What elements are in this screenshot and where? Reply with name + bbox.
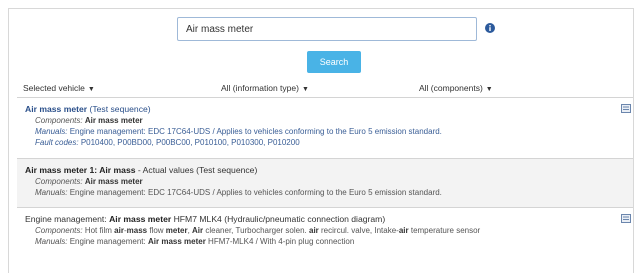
manuals-text: HFM7-MLK4 / With 4-pin plug connection (208, 237, 355, 246)
manuals-label: Manuals: (35, 188, 68, 197)
caret-down-icon: ▼ (301, 86, 309, 93)
filter-label: All (components) (419, 83, 483, 93)
caret-down-icon: ▼ (87, 86, 95, 93)
result-item[interactable]: Air mass meter 1: Air mass - Actual valu… (17, 158, 633, 207)
manuals-label: Manuals: (35, 237, 68, 246)
result-components: Components: Hot film air-mass flow meter… (25, 225, 627, 236)
components-text: flow (147, 226, 166, 235)
result-title[interactable]: Air mass meter (Test sequence) (25, 103, 627, 115)
result-fault-codes: Fault codes: P010400, P00BD00, P00BC00, … (25, 137, 627, 148)
result-title-name: Air mass meter (25, 104, 88, 114)
manuals-label: Manuals: (35, 127, 68, 136)
result-title-name: Air mass meter 1: Air mass (25, 165, 136, 175)
manuals-value: Engine management: EDC 17C64-UDS / Appli… (69, 127, 442, 136)
result-title[interactable]: Air mass meter 1: Air mass - Actual valu… (25, 164, 627, 176)
filter-information-type[interactable]: All (information type) ▼ (221, 83, 309, 93)
components-highlight: Air (192, 226, 204, 235)
results-list: Air mass meter (Test sequence) Component… (17, 97, 633, 268)
components-highlight: air (114, 226, 124, 235)
components-highlight: air (398, 226, 409, 235)
result-components: Components: Air mass meter (25, 115, 627, 126)
components-text: cleaner, Turbocharger solen. (203, 226, 309, 235)
components-value: Air mass meter (84, 177, 143, 186)
filter-label: All (information type) (221, 83, 299, 93)
components-highlight: air (309, 226, 319, 235)
components-value: Air mass meter (84, 116, 143, 125)
result-title-type: HFM7 MLK4 (Hydraulic/pneumatic connectio… (173, 214, 386, 224)
manuals-highlight: Air mass meter (148, 237, 206, 246)
filter-label: Selected vehicle (23, 83, 85, 93)
result-title-prefix: Engine management: (25, 214, 107, 224)
filter-components[interactable]: All (components) ▼ (419, 83, 493, 93)
info-icon[interactable] (485, 23, 495, 33)
filter-selected-vehicle[interactable]: Selected vehicle ▼ (23, 83, 95, 93)
components-label: Components: (35, 116, 83, 125)
components-highlight: mass (126, 226, 148, 235)
result-components: Components: Air mass meter (25, 176, 627, 187)
search-button[interactable]: Search (307, 51, 361, 73)
result-manuals: Manuals: Engine management: EDC 17C64-UD… (25, 187, 627, 198)
components-highlight: meter (165, 226, 188, 235)
components-text: Hot film (84, 226, 115, 235)
document-icon[interactable] (621, 104, 631, 113)
result-manuals: Manuals: Engine management: Air mass met… (25, 236, 627, 247)
result-title-type: (Test sequence) (89, 104, 151, 114)
result-title[interactable]: Engine management: Air mass meter HFM7 M… (25, 213, 627, 225)
manuals-value: Engine management: EDC 17C64-UDS / Appli… (69, 188, 442, 197)
result-item[interactable]: Air mass meter (Test sequence) Component… (17, 97, 633, 158)
manuals-text: Engine management: (69, 237, 146, 246)
fault-codes-value: P010400, P00BD00, P00BC00, P010100, P010… (80, 138, 300, 147)
search-input[interactable] (177, 17, 477, 41)
fault-codes-label: Fault codes: (35, 138, 79, 147)
result-item[interactable]: Engine management: Air mass meter HFM7 M… (17, 207, 633, 268)
components-label: Components: (35, 177, 83, 186)
result-title-name: Air mass meter (109, 214, 172, 224)
search-panel: Search Selected vehicle▼ All (informatio… (8, 8, 634, 273)
components-text: temperature sensor (408, 226, 481, 235)
components-label: Components: (35, 226, 83, 235)
caret-down-icon: ▼ (485, 86, 493, 93)
components-text: recircul. valve, Intake- (318, 226, 399, 235)
result-title-type: - Actual values (Test sequence) (137, 165, 258, 175)
document-icon[interactable] (621, 214, 631, 223)
result-manuals: Manuals: Engine management: EDC 17C64-UD… (25, 126, 627, 137)
